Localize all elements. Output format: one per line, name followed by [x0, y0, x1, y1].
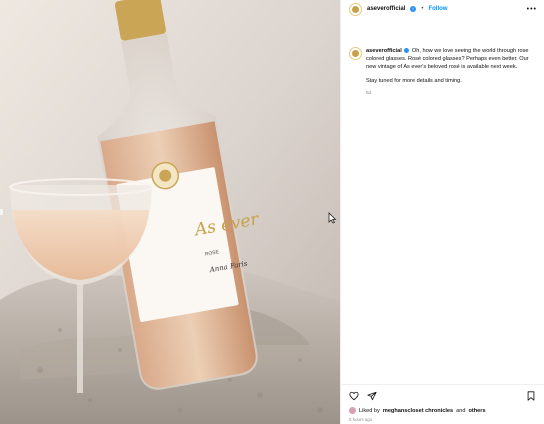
carousel-prev-indicator[interactable] [0, 209, 3, 215]
verified-badge-icon [404, 48, 410, 54]
instagram-post-view: As ever ROSE Anna Faris aseverofficial ✓ [0, 0, 544, 424]
heart-icon[interactable] [349, 391, 359, 401]
bookmark-icon[interactable] [526, 391, 536, 401]
more-options-icon[interactable]: ••• [527, 6, 537, 13]
mouse-pointer-icon [328, 212, 337, 224]
avatar[interactable] [349, 2, 362, 16]
caption-text: aseverofficial Oh, how we love seeing th… [366, 28, 536, 85]
post-caption: aseverofficial Oh, how we love seeing th… [341, 18, 544, 95]
liker-avatar[interactable] [349, 407, 356, 414]
send-icon[interactable] [367, 391, 377, 401]
wine-photo: As ever ROSE Anna Faris [0, 0, 340, 424]
post-header: aseverofficial ✓ • Follow ••• [341, 0, 544, 18]
post-actions [349, 390, 536, 402]
divider [341, 384, 544, 385]
liked-by-prefix: Liked by [359, 407, 380, 414]
caption-username[interactable]: aseverofficial [366, 48, 402, 54]
liked-by-line: Liked by meghanscloset chronicles and ot… [349, 407, 486, 414]
username-link[interactable]: aseverofficial [367, 6, 405, 12]
caption-avatar[interactable] [349, 47, 362, 60]
caption-followup: Stay tuned for more details and timing. [366, 78, 462, 84]
separator-dot: • [421, 6, 424, 12]
caption-age: 5d [366, 90, 372, 95]
liked-by-others-link[interactable]: others [468, 408, 485, 414]
follow-button[interactable]: Follow [428, 6, 447, 12]
verified-badge-icon: ✓ [410, 6, 417, 12]
post-timestamp: 5 hours ago [349, 417, 373, 422]
liked-by-and: and [456, 407, 466, 414]
post-photo[interactable]: As ever ROSE Anna Faris [0, 0, 340, 424]
post-sidebar: aseverofficial ✓ • Follow ••• aseveroffi… [340, 0, 544, 424]
liked-by-user-link[interactable]: meghanscloset chronicles [383, 408, 453, 414]
